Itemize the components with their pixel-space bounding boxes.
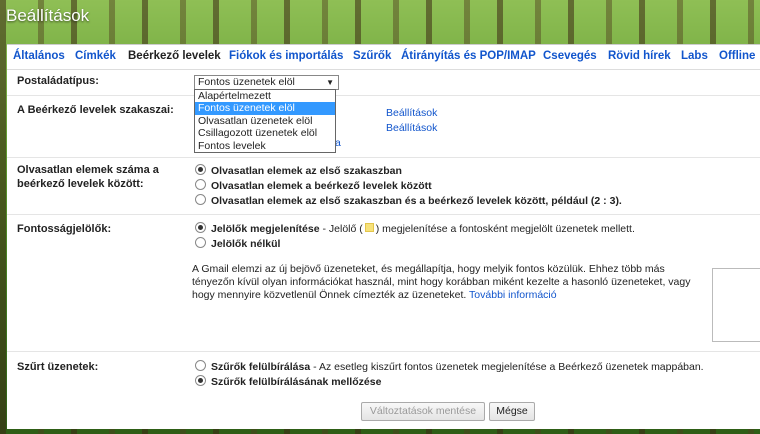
importance-option-1-text-b: ) megjelenítése a fontosként megjelölt ü…: [375, 223, 635, 235]
divider: [7, 214, 760, 215]
filtered-option-2[interactable]: Szűrők felülbírálásának mellőzése: [195, 375, 381, 389]
tab-general[interactable]: Általános: [13, 50, 65, 62]
importance-option-2[interactable]: Jelölők nélkül: [195, 237, 280, 251]
dropdown-option[interactable]: Fontos levelek: [195, 140, 335, 152]
dropdown-option[interactable]: Olvasatlan üzenetek elöl: [195, 115, 335, 127]
unread-count-label: Olvasatlan elemek száma a beérkező level…: [17, 164, 159, 190]
more-info-link[interactable]: További információ: [469, 289, 557, 301]
unread-option-3[interactable]: Olvasatlan elemek az első szakaszban és …: [195, 194, 622, 208]
mailbox-type-dropdown: Alapértelmezett Fontos üzenetek elöl Olv…: [194, 89, 336, 153]
mailbox-type-select[interactable]: Fontos üzenetek elöl ▼: [194, 75, 339, 90]
importance-option-1-text-a: - Jelölő (: [319, 223, 363, 235]
section-settings-link-2[interactable]: Beállítások: [386, 122, 437, 134]
tab-web-clips[interactable]: Rövid hírek: [608, 50, 671, 62]
importance-option-1-bold: Jelölők megjelenítése: [211, 223, 320, 235]
divider: [7, 351, 760, 352]
divider: [7, 157, 760, 158]
importance-option-2-label: Jelölők nélkül: [211, 238, 281, 250]
unread-option-1-label: Olvasatlan elemek az első szakaszban: [211, 165, 402, 177]
tab-chat[interactable]: Csevegés: [543, 50, 597, 62]
importance-option-1[interactable]: Jelölők megjelenítése - Jelölő ( ) megjel…: [195, 222, 635, 236]
radio-selected-icon[interactable]: [195, 375, 206, 386]
unread-option-1[interactable]: Olvasatlan elemek az első szakaszban: [195, 164, 402, 178]
filtered-option-1-text: - Az esetleg kiszűrt fontos üzenetek meg…: [310, 361, 704, 373]
tab-forwarding[interactable]: Átirányítás és POP/IMAP: [401, 50, 536, 62]
radio-icon[interactable]: [195, 194, 206, 205]
settings-tabs: Általános Címkék Beérkező levelek Fiókok…: [7, 45, 760, 70]
section-settings-link-1[interactable]: Beállítások: [386, 107, 437, 119]
radio-selected-icon[interactable]: [195, 222, 206, 233]
unread-option-3-label: Olvasatlan elemek az első szakaszban és …: [211, 195, 622, 207]
tab-labels[interactable]: Címkék: [75, 50, 116, 62]
divider: [7, 95, 760, 96]
mailbox-type-label: Postaládatípus:: [17, 75, 99, 87]
filtered-option-1-bold: Szűrők felülbírálása: [211, 361, 311, 373]
window-title: Beállítások: [6, 6, 90, 25]
inbox-sections-label: A Beérkező levelek szakaszai:: [17, 104, 174, 116]
tab-accounts[interactable]: Fiókok és importálás: [229, 50, 343, 62]
radio-icon[interactable]: [195, 179, 206, 190]
importance-description-text: A Gmail elemzi az új bejövő üzeneteket, …: [192, 263, 691, 301]
radio-icon[interactable]: [195, 237, 206, 248]
importance-description: A Gmail elemzi az új bejövő üzeneteket, …: [192, 263, 692, 302]
dropdown-option[interactable]: Csillagozott üzenetek elöl: [195, 127, 335, 139]
filtered-option-1[interactable]: Szűrők felülbírálása - Az esetleg kiszűr…: [195, 360, 704, 374]
tab-labs[interactable]: Labs: [681, 50, 708, 62]
importance-marker-icon: [364, 223, 374, 232]
filtered-messages-label: Szűrt üzenetek:: [17, 361, 99, 373]
mailbox-type-value: Fontos üzenetek elöl: [198, 76, 295, 88]
radio-selected-icon[interactable]: [195, 164, 206, 175]
importance-label: Fontosságjelölők:: [17, 223, 112, 235]
tab-inbox[interactable]: Beérkező levelek: [128, 50, 221, 62]
tab-offline[interactable]: Offline: [719, 50, 755, 62]
filtered-option-2-label: Szűrők felülbírálásának mellőzése: [211, 376, 382, 388]
settings-panel: Általános Címkék Beérkező levelek Fiókok…: [7, 44, 760, 429]
save-button[interactable]: Változtatások mentése: [361, 402, 485, 421]
dropdown-option[interactable]: Alapértelmezett: [195, 90, 335, 102]
unread-option-2-label: Olvasatlan elemek a beérkező levelek köz…: [211, 180, 432, 192]
cancel-button[interactable]: Mégse: [489, 402, 535, 421]
unread-option-2[interactable]: Olvasatlan elemek a beérkező levelek köz…: [195, 179, 432, 193]
radio-icon[interactable]: [195, 360, 206, 371]
dropdown-option-selected[interactable]: Fontos üzenetek elöl: [195, 102, 335, 115]
dropdown-arrow-icon: ▼: [326, 78, 334, 87]
tab-filters[interactable]: Szűrők: [353, 50, 391, 62]
side-box: [712, 268, 760, 342]
